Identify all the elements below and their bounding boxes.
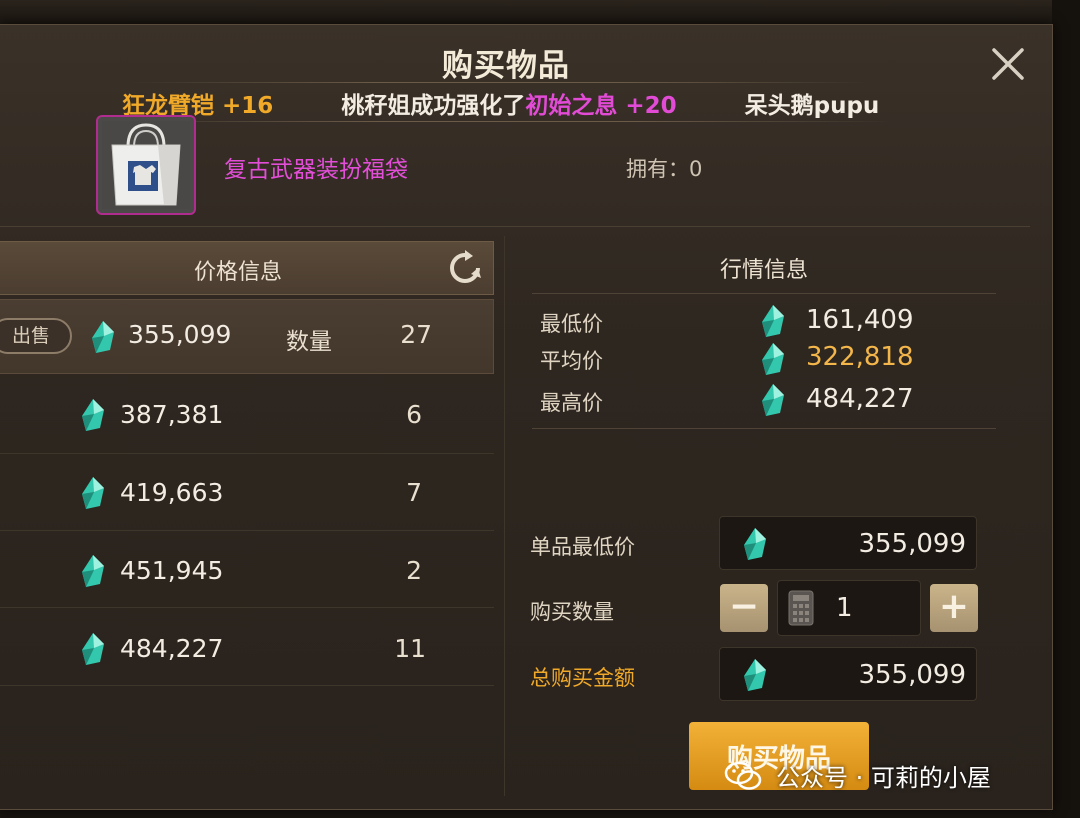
quantity-label: 购买数量 [530,600,614,624]
ticker-divider [120,121,892,122]
price-info-title: 价格信息 [193,260,282,285]
gem-icon [762,343,784,375]
decrement-button[interactable]: − [720,584,768,632]
refresh-button[interactable] [447,250,483,286]
gem-icon [82,477,104,509]
market-divider [532,293,996,294]
gem-icon [744,659,766,691]
quantity-input[interactable]: 1 [777,580,921,636]
price-value: 484,227 [120,634,224,663]
price-value: 387,381 [120,400,224,429]
increment-button[interactable]: + [930,584,978,632]
quantity-value: 1 [836,593,853,623]
ticker-message-3: 呆头鹅pupu [744,93,880,119]
dialog-title: 购买物品 [442,48,570,84]
item-name: 复古武器装扮福袋 [224,157,408,183]
gem-icon [762,305,784,337]
ticker-message-2: 桃秄姐成功强化了 [341,93,526,119]
watermark-text: 公众号 · 可莉的小屋 [776,764,991,792]
price-value: 419,663 [120,478,224,507]
price-value: 451,945 [120,556,224,585]
sell-button[interactable]: 出售 [0,318,72,354]
quantity-value: 6 [406,400,422,429]
total-amount-value: 355,099 [858,660,966,690]
gem-icon [92,321,114,353]
gem-icon [762,384,784,416]
price-value: 355,099 [128,320,232,349]
average-price-value: 322,818 [806,342,914,372]
title-divider [130,82,870,83]
highest-price-value: 484,227 [806,384,914,414]
close-button[interactable] [988,44,1028,84]
close-icon [992,48,1024,80]
owned-count: 拥有：0 [626,157,703,181]
gem-icon [82,633,104,665]
calculator-icon[interactable] [788,590,814,626]
wechat-icon [724,761,762,790]
quantity-value: 2 [406,556,422,585]
lowest-price-label: 最低价 [540,312,603,336]
price-row[interactable]: 出售 355,099 数量 27 [0,299,494,374]
section-divider [0,226,1030,227]
panel-separator [504,236,505,796]
price-row[interactable]: 451,945 2 [0,532,494,608]
total-amount-field: 355,099 [719,647,977,701]
unit-price-field: 355,099 [719,516,977,570]
total-amount-label: 总购买金额 [530,666,635,690]
average-price-label: 平均价 [540,349,603,373]
market-info-title: 行情信息 [719,258,808,283]
refresh-icon [450,250,481,283]
background-window-strip [0,0,1080,26]
gem-icon [82,555,104,587]
unit-price-label: 单品最低价 [530,535,635,559]
background-strip [1052,0,1080,818]
lowest-price-value: 161,409 [806,305,914,335]
market-divider [532,428,996,429]
price-row[interactable]: 419,663 7 [0,455,494,531]
unit-price-value: 355,099 [858,529,966,559]
gift-bag-icon[interactable] [96,115,196,215]
quantity-value: 7 [406,478,422,507]
quantity-value: 27 [400,320,432,349]
ticker-item-2: 初始之息 +20 [525,93,677,119]
price-info-header: 价格信息 [0,241,494,295]
price-row[interactable]: 484,227 11 [0,610,494,686]
quantity-label: 数量 [286,329,332,355]
price-row[interactable]: 387,381 6 [0,378,494,454]
highest-price-label: 最高价 [540,391,603,415]
gem-icon [82,399,104,431]
broadcast-ticker: 狂龙臂铠 +16 桃秄姐成功强化了初始之息 +20 呆头鹅pupu [120,86,892,120]
quantity-value: 11 [394,634,426,663]
gem-icon [744,528,766,560]
